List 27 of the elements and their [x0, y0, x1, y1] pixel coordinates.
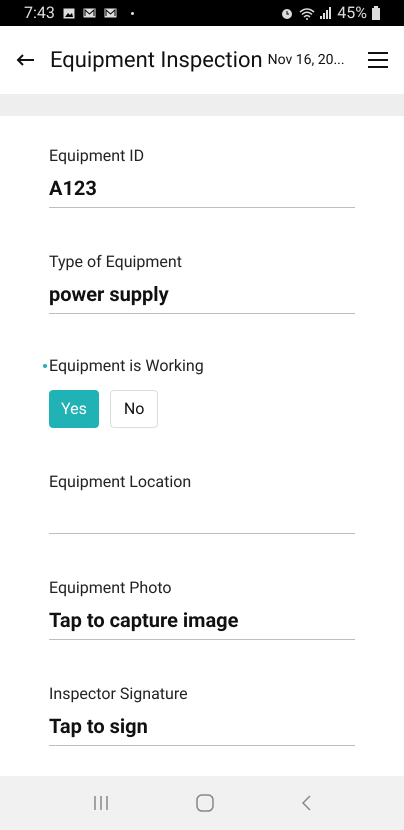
home-icon[interactable]	[196, 794, 214, 812]
signal-icon	[320, 7, 332, 19]
option-button[interactable]: No	[110, 390, 158, 428]
battery-percent: 45%	[337, 2, 367, 24]
wifi-icon	[299, 6, 316, 20]
status-time: 7:43	[24, 2, 55, 24]
mail-icon	[104, 8, 117, 18]
image-icon	[62, 8, 75, 18]
field-label: Type of Equipment	[49, 251, 182, 273]
input-field[interactable]: A123	[49, 174, 355, 208]
field-label: Inspector Signature	[49, 683, 188, 705]
input-field[interactable]: Tap to sign	[49, 712, 355, 746]
back-icon[interactable]	[300, 795, 311, 811]
field-label: Equipment ID	[49, 145, 144, 167]
page-title: Equipment Inspection	[50, 46, 263, 74]
input-field[interactable]: power supply	[49, 280, 355, 314]
recent-apps-icon[interactable]	[93, 795, 110, 811]
field-label: Equipment Location	[49, 471, 192, 493]
menu-icon[interactable]	[368, 52, 388, 68]
field-label: Equipment is Working	[49, 355, 204, 377]
input-field[interactable]: Tap to capture image	[49, 606, 355, 640]
back-arrow-icon[interactable]	[16, 54, 34, 66]
mail-icon	[82, 8, 96, 18]
alarm-icon	[280, 6, 294, 20]
battery-icon	[372, 6, 380, 20]
field-label: Equipment Photo	[49, 577, 172, 599]
page-subtitle: Nov 16, 20...	[268, 50, 345, 70]
